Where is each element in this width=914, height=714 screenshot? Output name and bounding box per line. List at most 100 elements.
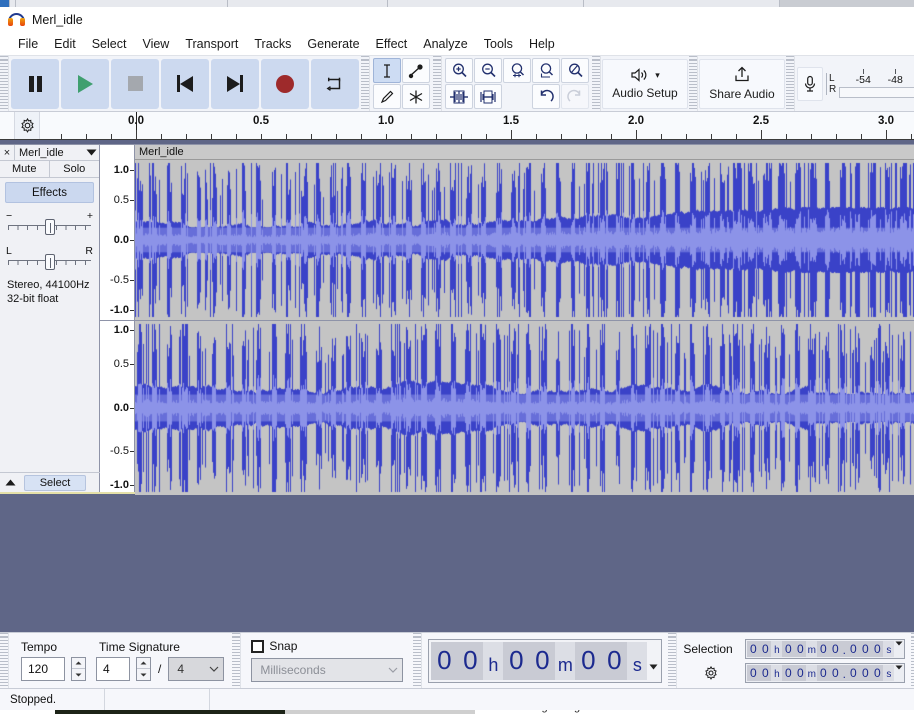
tempo-stepper-down[interactable]	[72, 669, 85, 680]
time-signature-lower-select[interactable]: 4	[168, 657, 224, 681]
recording-meter-scale[interactable]: -54 -48 -42	[839, 67, 914, 101]
waveform-display[interactable]: Merl_idle	[135, 145, 914, 492]
selection-start-display[interactable]: 00h00m00.000s	[745, 639, 905, 659]
record-icon	[276, 75, 294, 93]
zoom-in-button[interactable]	[445, 58, 473, 83]
loop-button[interactable]	[311, 59, 359, 109]
share-audio-button[interactable]: Share Audio	[699, 59, 785, 109]
silence-audio-selection-button[interactable]	[474, 84, 502, 109]
selection-options-gear-icon[interactable]	[683, 666, 739, 680]
audio-setup-toolbar-grabber[interactable]	[592, 56, 601, 111]
fit-project-to-width-button[interactable]	[532, 58, 560, 83]
snapping-toolbar-grabber[interactable]	[232, 633, 241, 688]
pause-button[interactable]	[11, 59, 59, 109]
draw-tool[interactable]	[373, 84, 401, 109]
ruler-tick	[411, 134, 412, 139]
track-menu-caret-icon[interactable]	[83, 149, 99, 156]
stop-button[interactable]	[111, 59, 159, 109]
menu-analyze[interactable]: Analyze	[415, 34, 475, 54]
audio-position-display[interactable]: 0 0 h 0 0 m 0 0 s	[428, 639, 662, 683]
ruler-tick	[911, 134, 912, 139]
undo-button[interactable]	[532, 84, 560, 109]
fit-selection-to-width-button[interactable]	[503, 58, 531, 83]
audio-position-dropdown-icon[interactable]	[647, 652, 659, 670]
waveform-channel-right[interactable]	[135, 320, 914, 495]
record-button[interactable]	[261, 59, 309, 109]
menu-generate[interactable]: Generate	[299, 34, 367, 54]
menu-effect[interactable]: Effect	[368, 34, 416, 54]
tempo-stepper-up[interactable]	[72, 658, 85, 669]
time-dropdown-icon[interactable]	[894, 665, 903, 681]
collapse-up-icon[interactable]	[0, 473, 20, 492]
time-signature-stepper-down[interactable]	[137, 669, 150, 680]
audio-setup-button[interactable]: ▾ Audio Setup	[602, 59, 688, 109]
recording-meter-button[interactable]	[797, 67, 823, 101]
gain-slider[interactable]: − +	[6, 212, 93, 238]
ruler-tick	[461, 134, 462, 139]
tempo-input[interactable]: 120	[21, 657, 65, 681]
audio-position-toolbar-grabber[interactable]	[413, 633, 422, 688]
selection-tool[interactable]	[373, 58, 401, 83]
vruler-tick	[130, 485, 134, 486]
tempo-stepper[interactable]	[71, 657, 86, 681]
bg-seg	[388, 0, 584, 7]
edit-toolbar	[442, 56, 592, 111]
track-effects-button[interactable]: Effects	[5, 182, 94, 203]
pencil-icon	[379, 89, 395, 105]
skip-to-end-button[interactable]	[211, 59, 259, 109]
transport-toolbar	[9, 56, 361, 111]
play-button[interactable]	[61, 59, 109, 109]
menu-file[interactable]: File	[10, 34, 46, 54]
menu-tools[interactable]: Tools	[476, 34, 521, 54]
zoom-toggle-button[interactable]	[561, 58, 589, 83]
snap-unit-select[interactable]: Milliseconds	[251, 658, 403, 682]
play-icon	[78, 75, 93, 93]
time-signature-toolbar-grabber[interactable]	[0, 633, 9, 688]
headphones-icon	[8, 11, 25, 28]
magnifier-fit-selection-icon	[509, 62, 526, 80]
share-audio-toolbar-grabber[interactable]	[689, 56, 698, 111]
envelope-tool[interactable]	[402, 58, 430, 83]
menu-view[interactable]: View	[134, 34, 177, 54]
clip-title-bar[interactable]: Merl_idle	[135, 145, 914, 160]
selection-end-display[interactable]: 00h00m00.000s	[745, 663, 905, 683]
track-select-button[interactable]: Select	[24, 475, 86, 491]
track-mute-button[interactable]: Mute	[0, 161, 50, 177]
track-close-button[interactable]: ×	[0, 145, 15, 161]
time-signature-stepper-up[interactable]	[137, 658, 150, 669]
ruler-label-1.0: 1.0	[378, 115, 394, 127]
redo-button[interactable]	[561, 84, 589, 109]
menu-help[interactable]: Help	[521, 34, 563, 54]
edit-toolbar-grabber[interactable]	[433, 56, 442, 111]
ruler-tick	[286, 134, 287, 139]
skip-to-start-button[interactable]	[161, 59, 209, 109]
timeline-options-gear-icon[interactable]	[14, 112, 40, 139]
recording-meter-toolbar-grabber[interactable]	[786, 56, 795, 111]
waveform-channel-left[interactable]: Merl_idle	[135, 145, 914, 320]
multi-tool[interactable]	[402, 84, 430, 109]
track-solo-button[interactable]: Solo	[50, 161, 100, 177]
ruler-tick	[786, 134, 787, 139]
trim-audio-outside-selection-button[interactable]	[445, 84, 473, 109]
track-format-line-1: Stereo, 44100Hz	[7, 278, 90, 292]
timeline-scale[interactable]: 0.00.51.01.52.02.53.0	[40, 112, 914, 139]
audio-setup-toolbar: ▾ Audio Setup	[601, 56, 689, 111]
zoom-out-button[interactable]	[474, 58, 502, 83]
pan-slider[interactable]: L R	[6, 247, 93, 273]
transport-toolbar-grabber[interactable]	[0, 56, 9, 111]
time-dropdown-icon[interactable]	[894, 641, 903, 657]
pan-slider-knob[interactable]	[45, 254, 55, 270]
menu-transport[interactable]: Transport	[177, 34, 246, 54]
menu-tracks[interactable]: Tracks	[246, 34, 299, 54]
time-signature-upper-input[interactable]: 4	[96, 657, 130, 681]
menu-select[interactable]: Select	[84, 34, 135, 54]
menu-edit[interactable]: Edit	[46, 34, 84, 54]
time-signature-stepper[interactable]	[136, 657, 151, 681]
tools-toolbar-grabber[interactable]	[361, 56, 370, 111]
selection-toolbar-grabber[interactable]	[668, 633, 677, 688]
snap-checkbox[interactable]	[251, 640, 264, 653]
gain-slider-knob[interactable]	[45, 219, 55, 235]
audio-position-digit-s1: 0	[575, 642, 601, 680]
time-char: 0	[794, 641, 806, 657]
vruler-label: 0.5	[114, 358, 129, 370]
